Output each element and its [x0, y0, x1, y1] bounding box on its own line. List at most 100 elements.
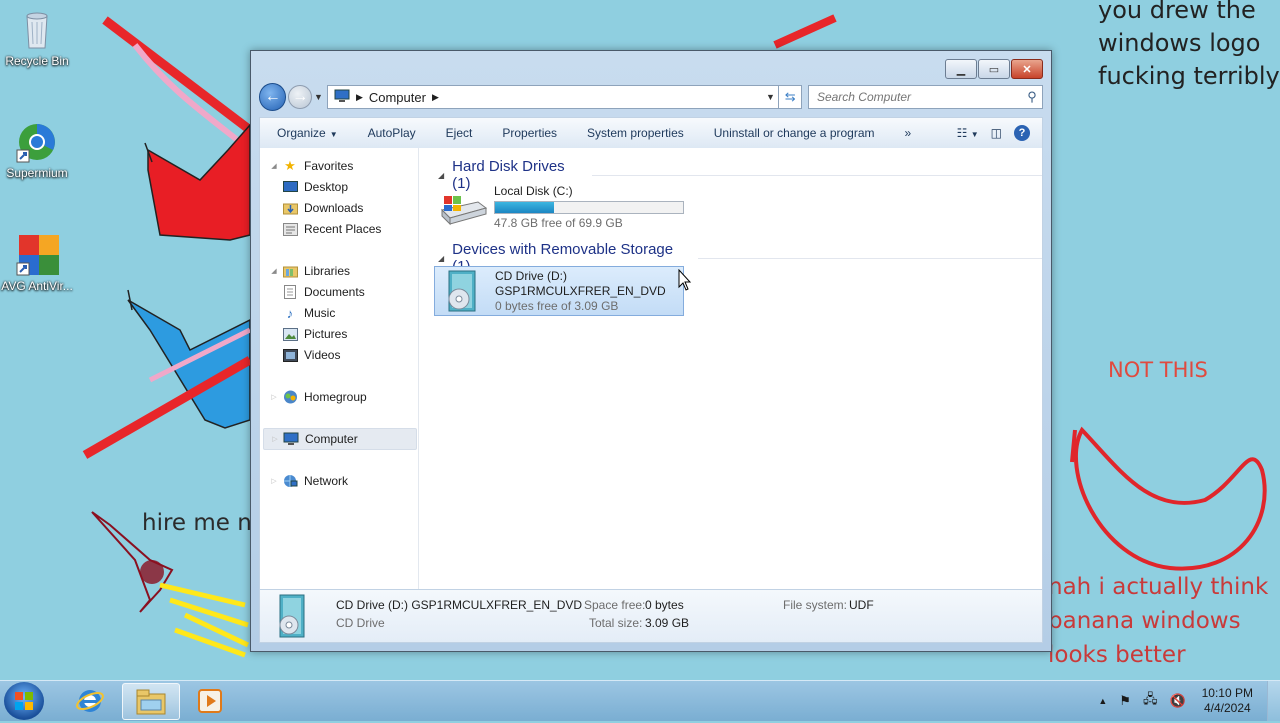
details-file-system-value: UDF: [849, 598, 874, 612]
breadcrumb-computer[interactable]: Computer: [369, 90, 426, 105]
organize-button[interactable]: Organize ▼: [260, 126, 353, 140]
nav-item-desktop[interactable]: Desktop: [260, 177, 410, 197]
computer-small-icon: [334, 89, 350, 106]
nav-item-music[interactable]: ♪ Music: [260, 303, 410, 323]
refresh-icon: ⇆: [784, 89, 796, 104]
desktop-icon-avg[interactable]: AVG AntiVir...: [1, 233, 73, 293]
drive-cd-d[interactable]: CD Drive (D:) GSP1RMCULXFRER_EN_DVD 0 by…: [434, 266, 684, 316]
nav-item-computer[interactable]: ▷ Computer: [263, 428, 417, 450]
music-icon: ♪: [286, 305, 294, 321]
desktop-icon: [282, 180, 298, 194]
supermium-icon: [15, 120, 59, 164]
breadcrumb-separator-icon: ▶: [431, 91, 439, 102]
network-status-icon[interactable]: 🖧: [1143, 690, 1158, 712]
clock-time: 10:10 PM: [1201, 686, 1253, 700]
nav-label: Music: [304, 306, 336, 320]
maximize-button[interactable]: ▭: [978, 59, 1010, 79]
nav-item-favorites[interactable]: ◢ ★ Favorites: [260, 156, 410, 176]
desktop-icon-label: Recycle Bin: [5, 54, 69, 68]
details-file-system-label: File system:: [783, 598, 848, 612]
windows-explorer-icon: [136, 689, 166, 714]
properties-button[interactable]: Properties: [487, 126, 572, 140]
preview-pane-button[interactable]: ◫: [991, 126, 1002, 140]
taskbar-windows-explorer[interactable]: [122, 683, 180, 720]
desktop-note-not-this: NOT THIS: [1108, 358, 1208, 382]
volume-muted-icon[interactable]: 🔇: [1169, 693, 1185, 709]
system-properties-button[interactable]: System properties: [572, 126, 699, 140]
nav-item-homegroup[interactable]: ▷ Homegroup: [260, 387, 410, 407]
details-space-free-label: Space free:: [584, 598, 646, 612]
recent-pages-dropdown[interactable]: ▼: [314, 92, 323, 102]
uninstall-program-button[interactable]: Uninstall or change a program: [699, 126, 890, 140]
drive-volume-label: GSP1RMCULXFRER_EN_DVD: [495, 284, 666, 298]
back-button[interactable]: ←: [259, 83, 287, 111]
disk-usage-fill: [495, 202, 555, 213]
desktop-icon-recycle-bin[interactable]: Recycle Bin: [1, 8, 73, 68]
details-space-free-value: 0 bytes: [645, 598, 684, 612]
collapse-arrow-icon[interactable]: ◢: [438, 254, 444, 263]
nav-item-downloads[interactable]: Downloads: [260, 198, 410, 218]
refresh-button[interactable]: ⇆: [779, 85, 802, 109]
nav-item-network[interactable]: ▷ Network: [260, 471, 410, 491]
action-center-flag-icon[interactable]: ⚑: [1119, 693, 1131, 709]
forward-button[interactable]: →: [288, 85, 313, 109]
nav-item-libraries[interactable]: ◢ Libraries: [260, 261, 410, 281]
desktop-note-hire: hire me n: [142, 510, 252, 536]
start-button[interactable]: [4, 682, 44, 720]
desktop-icon-supermium[interactable]: Supermium: [1, 120, 73, 180]
search-input[interactable]: [814, 89, 1023, 105]
more-commands-button[interactable]: »: [890, 126, 927, 140]
drive-local-disk-c[interactable]: Local Disk (C:) 47.8 GB free of 69.9 GB: [438, 184, 684, 231]
nav-item-recent-places[interactable]: Recent Places: [260, 219, 410, 239]
clock[interactable]: 10:10 PM 4/4/2024: [1202, 686, 1253, 716]
preview-pane-icon: ◫: [990, 126, 1002, 140]
nav-item-videos[interactable]: Videos: [260, 345, 410, 365]
minimize-button[interactable]: ▁: [945, 59, 977, 79]
drive-free-space: 0 bytes free of 3.09 GB: [495, 299, 619, 313]
caption-buttons: ▁ ▭ ✕: [945, 59, 1043, 79]
chevron-down-icon: ▼: [970, 130, 979, 139]
details-cd-icon: [272, 593, 312, 642]
nav-label: Libraries: [304, 264, 351, 278]
taskbar: ▲ ⚑ 🖧 🔇 10:10 PM 4/4/2024: [0, 680, 1280, 721]
expand-arrow-icon[interactable]: ▷: [269, 435, 281, 443]
nav-label: Downloads: [304, 201, 364, 215]
nav-label: Pictures: [304, 327, 348, 341]
mouse-cursor-icon: [678, 269, 692, 291]
show-hidden-icons-button[interactable]: ▲: [1098, 696, 1107, 706]
taskbar-internet-explorer[interactable]: [62, 683, 118, 718]
close-button[interactable]: ✕: [1011, 59, 1043, 79]
show-desktop-button[interactable]: [1267, 681, 1280, 721]
search-box[interactable]: ⚲: [807, 85, 1044, 109]
group-divider: [698, 257, 1042, 259]
autoplay-button[interactable]: AutoPlay: [353, 126, 431, 140]
system-tray: ▲ ⚑ 🖧 🔇 10:10 PM 4/4/2024: [1092, 681, 1280, 721]
nav-item-documents[interactable]: Documents: [260, 282, 410, 302]
recycle-bin-icon: [15, 8, 59, 52]
help-button[interactable]: ?: [1014, 125, 1030, 141]
address-history-dropdown[interactable]: ▼: [762, 92, 778, 102]
cd-drive-icon: [439, 267, 489, 313]
navigation-bar: ← → ▼ ▶ Computer ▶ ▼ ⇆ ⚲: [259, 83, 1044, 111]
details-type: CD Drive: [336, 616, 385, 630]
address-bar[interactable]: ▶ Computer ▶ ▼: [326, 85, 780, 109]
expand-arrow-icon[interactable]: ◢: [268, 267, 280, 275]
expand-arrow-icon[interactable]: ◢: [268, 162, 280, 170]
expand-arrow-icon[interactable]: ▷: [268, 477, 280, 485]
nav-label: Homegroup: [304, 390, 367, 404]
command-bar: Organize ▼ AutoPlay Eject Properties Syst…: [259, 117, 1043, 149]
nav-item-pictures[interactable]: Pictures: [260, 324, 410, 344]
expand-arrow-icon[interactable]: ▷: [268, 393, 280, 401]
change-view-button[interactable]: ☷ ▼: [957, 126, 979, 140]
videos-icon: [282, 348, 298, 362]
recent-places-icon: [282, 222, 298, 236]
taskbar-media-player[interactable]: [182, 683, 238, 718]
collapse-arrow-icon[interactable]: ◢: [438, 171, 444, 180]
eject-button[interactable]: Eject: [431, 126, 488, 140]
internet-explorer-icon: [76, 689, 104, 712]
organize-label: Organize: [277, 126, 326, 140]
windows-logo-icon: [15, 692, 33, 710]
downloads-folder-icon: [282, 201, 298, 215]
content-pane: ◢ Hard Disk Drives (1) Local Disk (C:) 4…: [428, 148, 1042, 589]
details-pane: CD Drive (D:) GSP1RMCULXFRER_EN_DVD CD D…: [259, 589, 1043, 643]
